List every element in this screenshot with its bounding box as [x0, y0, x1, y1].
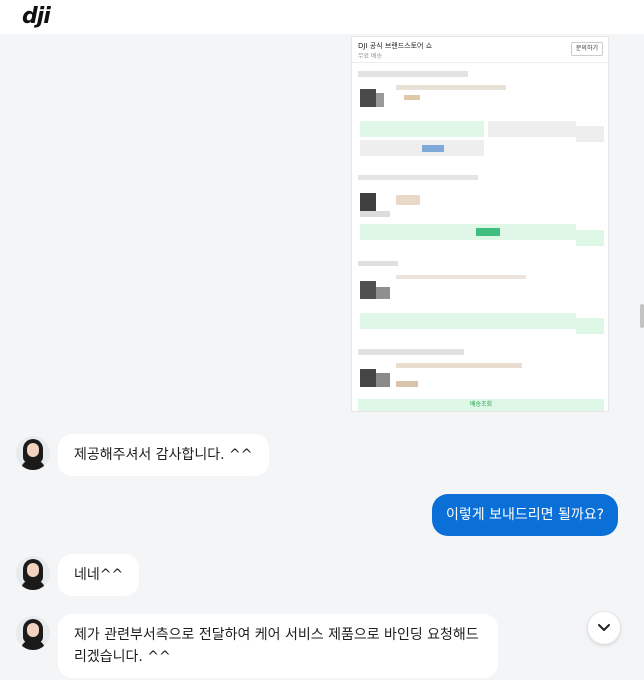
blurred-order-text — [358, 175, 478, 180]
agent-message: 제가 관련부서측으로 전달하여 케어 서비스 제품으로 바인딩 요청해드리겠습니… — [58, 614, 498, 678]
agent-message: 네네^^ — [58, 554, 140, 596]
shared-order-screenshot[interactable]: DJI 공식 브랜드스토어 쇼 무료 배송 문의하기 배송조회 — [351, 36, 609, 412]
blurred-order-text — [358, 71, 468, 77]
blurred-product-thumb — [376, 93, 384, 107]
order-header: DJI 공식 브랜드스토어 쇼 무료 배송 문의하기 — [352, 37, 608, 63]
top-bar: dji — [0, 0, 644, 34]
scroll-to-bottom-button[interactable] — [588, 612, 620, 644]
blurred-order-text — [404, 95, 420, 100]
blurred-order-text — [396, 363, 522, 368]
blurred-product-thumb — [360, 369, 376, 387]
dji-logo[interactable]: dji — [22, 4, 51, 29]
blurred-order-text — [358, 261, 398, 266]
blurred-green-text — [476, 228, 500, 236]
blurred-product-thumb — [360, 281, 376, 299]
blurred-blue-text — [422, 145, 444, 152]
blurred-order-text — [358, 349, 464, 355]
blurred-product-thumb — [376, 373, 390, 387]
blurred-product-thumb — [360, 193, 376, 211]
blurred-product-thumb — [360, 89, 376, 107]
blurred-order-text — [396, 275, 526, 279]
blurred-green-bar — [360, 313, 576, 329]
agent-avatar — [16, 436, 50, 470]
blurred-green-bar — [360, 121, 484, 137]
shipping-note: 무료 배송 — [358, 53, 382, 60]
blurred-order-text — [396, 85, 506, 90]
agent-avatar — [16, 616, 50, 650]
blurred-gray-bar — [488, 121, 576, 137]
user-message: 이렇게 보내드리면 될까요? — [432, 494, 619, 536]
blurred-green-bar — [576, 318, 604, 334]
agent-message: 제공해주셔서 감사합니다. ^^ — [58, 434, 269, 476]
blurred-order-text — [396, 381, 418, 387]
blurred-product-thumb — [376, 287, 390, 299]
blurred-gray-bar — [576, 126, 604, 142]
blurred-product-thumb — [360, 211, 390, 217]
store-name: DJI 공식 브랜드스토어 쇼 — [358, 42, 433, 50]
track-shipping-button: 배송조회 — [358, 399, 604, 411]
chevron-down-icon — [598, 624, 610, 631]
blurred-green-bar — [360, 224, 576, 240]
blurred-green-bar — [576, 230, 604, 246]
agent-avatar — [16, 556, 50, 590]
inquiry-button: 문의하기 — [570, 42, 603, 56]
blurred-order-text — [396, 195, 420, 205]
scrollbar[interactable] — [640, 304, 644, 328]
